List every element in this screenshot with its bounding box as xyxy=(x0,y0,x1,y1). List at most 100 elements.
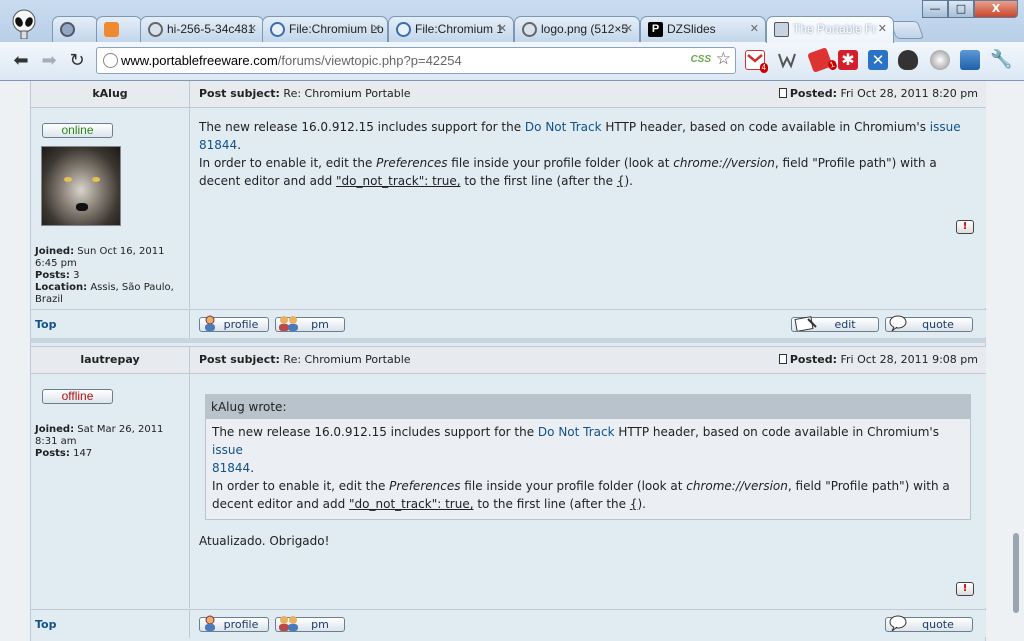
page-icon xyxy=(103,53,118,68)
tab-close-icon[interactable]: ✕ xyxy=(624,17,633,41)
post-date: Posted: Fri Oct 28, 2011 9:08 pm xyxy=(778,347,978,373)
author-details: Joined: Sat Mar 26, 2011 8:31 am Posts: … xyxy=(35,424,164,459)
profile-icon xyxy=(205,315,215,331)
avatar xyxy=(41,146,121,226)
column-divider xyxy=(189,108,190,308)
avatar-eye xyxy=(92,177,100,182)
url-text[interactable]: www.portablefreeware.com/forums/viewtopi… xyxy=(121,48,462,73)
quote-button[interactable]: quote xyxy=(885,615,973,632)
tab-dzslides[interactable]: P DZSlides ✕ xyxy=(640,16,766,42)
scrollbar-thumb[interactable] xyxy=(1013,533,1019,613)
tab-label: The Portable Fr xyxy=(793,22,877,36)
tab-chromium[interactable] xyxy=(52,16,98,42)
wrench-icon[interactable]: 🔧 xyxy=(990,50,1012,70)
gmail-checker-icon[interactable]: 4 xyxy=(745,50,768,73)
maximize-button[interactable]: □ xyxy=(948,0,974,18)
column-divider xyxy=(189,610,190,638)
css-badge-icon[interactable]: CSS xyxy=(690,54,711,65)
tab-portable-freeware[interactable]: The Portable Fr ✕ xyxy=(766,16,894,43)
reload-icon[interactable]: ↻ xyxy=(66,50,88,72)
tab-file-chromium-1[interactable]: File:Chromium 1 ✕ xyxy=(388,16,514,42)
column-divider xyxy=(189,81,190,109)
tab-close-icon[interactable]: ✕ xyxy=(498,17,507,41)
profile-button[interactable]: profile xyxy=(199,315,269,332)
extension-icon xyxy=(104,22,119,37)
x-extension-icon[interactable]: ✕ xyxy=(868,50,888,70)
extension-count-badge: 1 xyxy=(826,58,838,72)
page-viewport: kAlug Post subject: Re: Chromium Portabl… xyxy=(0,81,1024,641)
pm-button[interactable]: pm xyxy=(275,616,345,632)
tab-strip: hi-256-5-34c481 ✕ File:Chromium Lo ✕ Fil… xyxy=(0,0,1024,43)
post-author[interactable]: lautrepay xyxy=(31,347,189,373)
issue-link[interactable]: issue xyxy=(930,120,961,134)
tab-hi-256[interactable]: hi-256-5-34c481 ✕ xyxy=(140,16,264,42)
post-header: kAlug Post subject: Re: Chromium Portabl… xyxy=(31,81,986,109)
vertical-scrollbar[interactable] xyxy=(1007,81,1024,641)
issue-link[interactable]: 81844 xyxy=(212,461,250,475)
pot-extension-icon[interactable] xyxy=(898,50,918,70)
tab-label: File:Chromium 1 xyxy=(415,22,504,36)
wiki-icon xyxy=(396,22,411,37)
forum-topic: kAlug Post subject: Re: Chromium Portabl… xyxy=(30,81,986,641)
back-arrow-icon[interactable]: ⬅ xyxy=(10,50,32,72)
post-link-icon[interactable] xyxy=(778,354,787,364)
sphere-extension-icon[interactable] xyxy=(930,50,950,70)
issue-link[interactable]: issue xyxy=(212,443,243,457)
p-icon: P xyxy=(648,22,663,37)
issue-link[interactable]: 81844 xyxy=(199,138,237,152)
profile-icon xyxy=(205,615,215,631)
tab-file-chromium-lo[interactable]: File:Chromium Lo ✕ xyxy=(262,16,388,42)
edit-button[interactable]: edit xyxy=(791,316,879,332)
quote-icon xyxy=(889,615,907,631)
report-post-icon[interactable]: ! xyxy=(956,582,974,596)
close-window-button[interactable]: X xyxy=(974,0,1018,18)
new-tab-button[interactable] xyxy=(889,21,925,39)
globe-icon xyxy=(148,22,163,37)
window-controls: — □ X xyxy=(922,0,1018,18)
do-not-track-link[interactable]: Do Not Track xyxy=(538,425,615,439)
post-author[interactable]: kAlug xyxy=(31,81,189,107)
quote-button[interactable]: quote xyxy=(885,315,973,332)
author-details: Joined: Sun Oct 16, 2011 6:45 pm Posts: … xyxy=(35,246,174,305)
globe-icon xyxy=(522,22,537,37)
avatar-eye xyxy=(64,177,72,182)
tab-label: DZSlides xyxy=(667,22,716,36)
browser-chrome: hi-256-5-34c481 ✕ File:Chromium Lo ✕ Fil… xyxy=(0,0,1024,81)
minimize-button[interactable]: — xyxy=(922,0,948,18)
bookmark-star-icon[interactable]: ☆ xyxy=(716,49,731,69)
tab-close-icon[interactable]: ✕ xyxy=(248,17,257,41)
post-footer: Top profile pm quote xyxy=(31,609,986,638)
chromium-icon xyxy=(60,22,75,37)
window-extension-icon[interactable] xyxy=(960,50,980,70)
quote-author: kAlug wrote: xyxy=(206,395,970,419)
post-subject: Post subject: Re: Chromium Portable xyxy=(199,353,411,366)
tab-extension[interactable] xyxy=(96,16,142,42)
post-body-row: online Joined: Sun Oct 16, 2011 6:45 pm … xyxy=(31,108,986,308)
asterisk-extension-icon[interactable]: ✱ xyxy=(838,50,858,70)
edit-icon xyxy=(794,316,817,331)
top-link[interactable]: Top xyxy=(35,318,56,331)
forward-arrow-icon[interactable]: ➡ xyxy=(38,50,60,72)
tab-logo-png[interactable]: logo.png (512×5 ✕ xyxy=(514,16,640,42)
do-not-track-link[interactable]: Do Not Track xyxy=(525,120,602,134)
post-body-row: offline Joined: Sat Mar 26, 2011 8:31 am… xyxy=(31,374,986,608)
tab-close-icon[interactable]: ✕ xyxy=(878,17,887,41)
gmail-count-badge: 4 xyxy=(759,63,768,73)
post-footer: Top profile pm edit quote xyxy=(31,309,986,338)
tag-extension-icon[interactable]: 1 xyxy=(807,47,838,73)
post-link-icon[interactable] xyxy=(778,88,787,98)
tab-close-icon[interactable]: ✕ xyxy=(372,17,381,41)
pm-icon xyxy=(279,316,298,331)
pm-button[interactable]: pm xyxy=(275,316,345,332)
profile-button[interactable]: profile xyxy=(199,615,269,632)
tab-label: hi-256-5-34c481 xyxy=(167,22,255,36)
post-content: The new release 16.0.912.15 includes sup… xyxy=(199,120,961,188)
address-bar[interactable]: www.portablefreeware.com/forums/viewtopi… xyxy=(96,47,736,74)
report-post-icon[interactable]: ! xyxy=(956,220,974,234)
w-extension-icon[interactable] xyxy=(777,50,797,70)
tab-close-icon[interactable]: ✕ xyxy=(750,17,759,41)
post-date: Posted: Fri Oct 28, 2011 8:20 pm xyxy=(778,81,978,107)
column-divider xyxy=(189,347,190,375)
column-divider xyxy=(189,310,190,338)
top-link[interactable]: Top xyxy=(35,618,56,631)
